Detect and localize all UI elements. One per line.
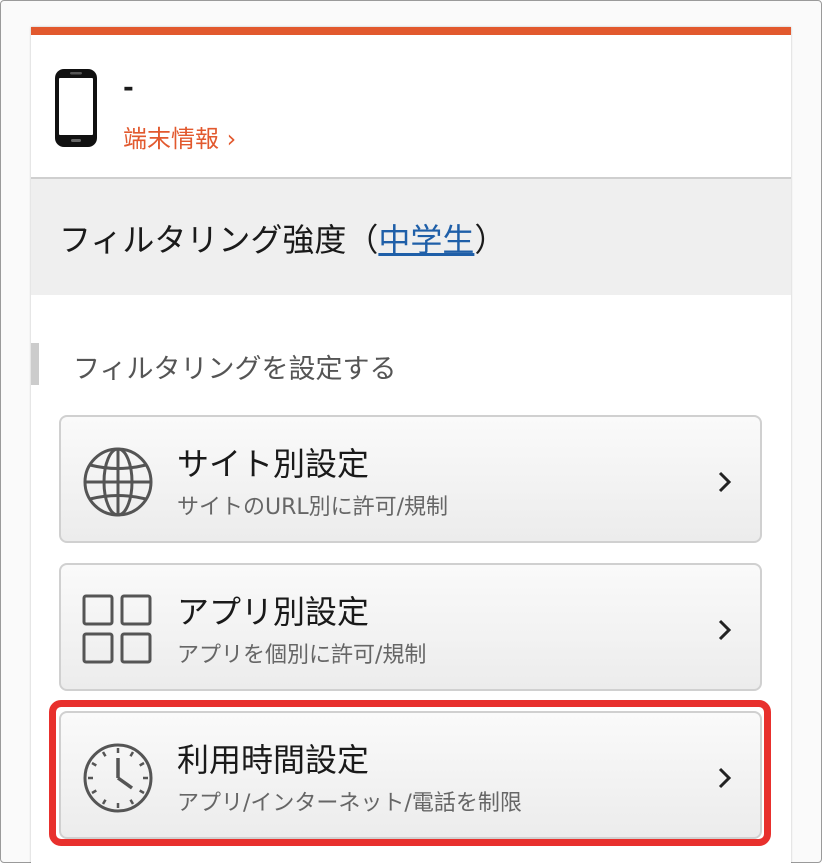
chevron-right-icon bbox=[718, 767, 732, 793]
filter-strength-label: フィルタリング強度（中学生） bbox=[59, 215, 506, 261]
clock-icon bbox=[81, 741, 155, 819]
app-settings-subtitle: アプリを個別に許可/規制 bbox=[177, 643, 427, 668]
accent-bar bbox=[31, 27, 791, 35]
device-name: - bbox=[123, 73, 134, 103]
usage-time-settings-subtitle: アプリ/インターネット/電話を制限 bbox=[177, 791, 522, 816]
filter-strength-suffix: ） bbox=[474, 221, 507, 259]
section-marker bbox=[31, 343, 39, 385]
app-grid-icon bbox=[81, 593, 153, 669]
chevron-right-icon bbox=[718, 471, 732, 497]
filter-settings-content: フィルタリングを設定する サイト別設定 サイトのURL別に許可/規制 アプリ別設… bbox=[31, 295, 791, 863]
usage-time-settings-title: 利用時間設定 bbox=[177, 741, 370, 779]
site-settings-button[interactable]: サイト別設定 サイトのURL別に許可/規制 bbox=[59, 415, 762, 543]
device-header: - 端末情報 › bbox=[31, 35, 791, 179]
filter-strength-row: フィルタリング強度（中学生） bbox=[31, 179, 791, 295]
smartphone-icon bbox=[53, 67, 99, 153]
chevron-right-icon bbox=[718, 619, 732, 645]
usage-time-settings-button[interactable]: 利用時間設定 アプリ/インターネット/電話を制限 bbox=[59, 711, 762, 839]
site-settings-subtitle: サイトのURL別に許可/規制 bbox=[177, 495, 449, 520]
filter-settings-panel: - 端末情報 › フィルタリング強度（中学生） フィルタリングを設定する サイト… bbox=[31, 27, 791, 863]
app-settings-title: アプリ別設定 bbox=[177, 593, 370, 631]
globe-icon bbox=[81, 445, 155, 523]
app-settings-button[interactable]: アプリ別設定 アプリを個別に許可/規制 bbox=[59, 563, 762, 691]
device-info-link[interactable]: 端末情報 › bbox=[123, 119, 236, 154]
filter-strength-prefix: フィルタリング強度（ bbox=[59, 221, 379, 259]
site-settings-title: サイト別設定 bbox=[177, 445, 370, 483]
filter-strength-level-link[interactable]: 中学生 bbox=[378, 221, 474, 259]
section-title: フィルタリングを設定する bbox=[73, 354, 397, 385]
